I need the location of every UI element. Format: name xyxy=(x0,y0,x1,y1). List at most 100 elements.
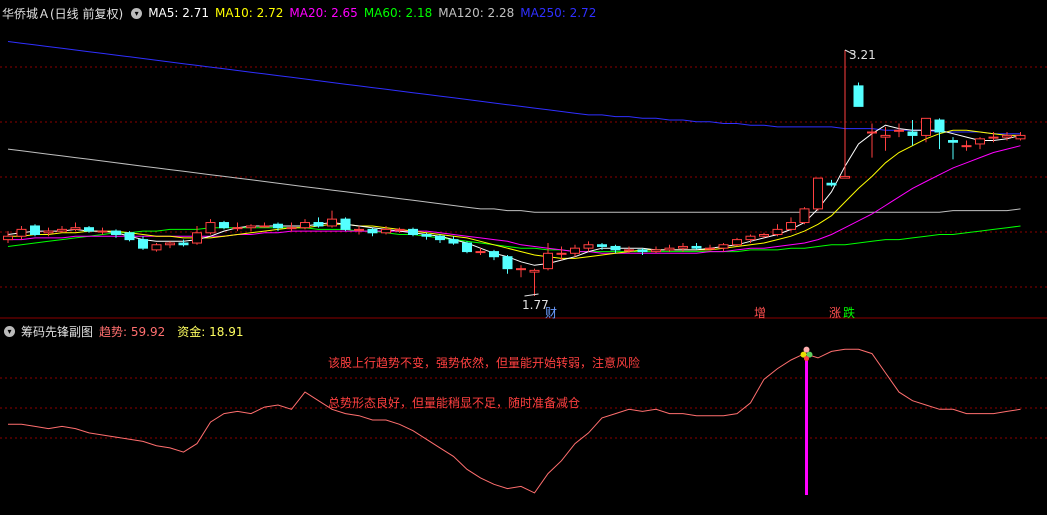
marker-zhang[interactable]: 涨 xyxy=(829,306,841,320)
candle-body xyxy=(313,222,324,227)
candle-body xyxy=(556,252,567,255)
signal-dot xyxy=(804,356,809,362)
candle-body xyxy=(880,134,891,138)
candle-body xyxy=(583,244,594,249)
candle-body xyxy=(259,225,270,228)
candle-body xyxy=(327,218,337,227)
trend-readout: 趋势: 59.92 xyxy=(99,323,171,340)
trend-label: 趋势 xyxy=(99,324,124,339)
candle-body xyxy=(394,228,405,231)
fund-colon: : xyxy=(201,324,206,339)
candle-body xyxy=(435,235,445,241)
candle-body xyxy=(462,242,472,253)
ma-indicator-0: MA5: 2.71 xyxy=(148,6,209,20)
candle-body xyxy=(448,239,459,244)
candle-body xyxy=(988,136,999,139)
fund-value: 18.91 xyxy=(209,324,244,339)
fund-readout: 资金: 18.91 xyxy=(177,323,249,340)
candle-body xyxy=(907,131,918,136)
candle-body xyxy=(651,249,661,253)
trend-line xyxy=(8,348,1021,494)
candle-body xyxy=(381,228,391,234)
high-price-label: 3.21 xyxy=(849,48,876,62)
sub-panel-header: ▾ 筹码先锋副图 趋势: 59.92 资金: 18.91 xyxy=(0,323,256,339)
chart-canvas xyxy=(0,41,1047,495)
candle-body xyxy=(1002,134,1012,138)
candle-body xyxy=(570,247,580,254)
candle-body xyxy=(421,234,432,237)
candle-body xyxy=(610,245,621,251)
candle-body xyxy=(853,85,864,107)
candle-body xyxy=(732,239,742,246)
candle-body xyxy=(300,222,310,229)
candle-body xyxy=(637,249,648,253)
candle-body xyxy=(111,230,121,235)
candle-body xyxy=(597,244,607,247)
candle-body xyxy=(192,232,202,244)
chevron-down-icon[interactable]: ▾ xyxy=(131,7,143,19)
candle-body xyxy=(759,234,769,237)
ma-indicator-4: MA120: 2.28 xyxy=(438,6,515,20)
candle-body xyxy=(975,138,985,145)
candle-body xyxy=(502,256,513,270)
candle-body xyxy=(3,235,13,241)
candle-body xyxy=(70,227,81,230)
candle-body xyxy=(16,228,27,237)
chevron-down-icon[interactable]: ▾ xyxy=(4,325,15,337)
candle-body xyxy=(178,242,189,246)
candle-body xyxy=(840,175,850,179)
trend-value: 59.92 xyxy=(130,324,166,339)
candle-body xyxy=(678,245,688,249)
candle-body xyxy=(124,232,135,241)
candle-body xyxy=(151,244,162,251)
candle-body xyxy=(799,208,810,224)
candle-body xyxy=(84,227,94,232)
candle-body xyxy=(624,249,634,252)
marker-zeng[interactable]: 增 xyxy=(754,306,766,320)
candle-body xyxy=(30,225,40,235)
candle-body xyxy=(664,247,675,251)
candle-body xyxy=(718,244,729,249)
candle-body xyxy=(948,140,958,143)
candle-body xyxy=(529,269,540,273)
sub-panel-title: 筹码先锋副图 xyxy=(21,324,94,339)
candle-body xyxy=(894,129,904,132)
marker-cai[interactable]: 财 xyxy=(545,306,557,320)
signal-dot xyxy=(803,346,810,353)
ma-line-ma120 xyxy=(7,148,1021,213)
ma-line-ma10 xyxy=(8,129,1021,259)
candle-body xyxy=(97,230,108,233)
ma-indicator-2: MA20: 2.65 xyxy=(289,6,358,20)
candle-body xyxy=(921,117,931,136)
main-panel-title: 华侨城Ａ(日线 前复权) xyxy=(2,6,124,21)
candle-body xyxy=(232,227,243,230)
candle-body xyxy=(138,239,148,249)
candle-body xyxy=(745,235,756,241)
message-bottom: 总势形态良好，但量能稍显不足，随时准备减仓 xyxy=(328,396,581,410)
candle-body xyxy=(219,222,229,229)
marker-die[interactable]: 跌 xyxy=(843,306,855,320)
ma-indicator-list: MA5: 2.71 MA10: 2.72 MA20: 2.65 MA60: 2.18 M… xyxy=(148,6,602,20)
candle-body xyxy=(691,245,702,249)
candle-body xyxy=(57,228,67,232)
candle-body xyxy=(705,247,715,250)
candle-body xyxy=(165,242,175,246)
candle-body xyxy=(826,182,837,186)
candle-body xyxy=(934,119,945,133)
candle-body xyxy=(961,145,972,148)
candle-body xyxy=(489,251,499,258)
candle-body xyxy=(367,228,378,234)
trend-colon: : xyxy=(123,324,128,339)
ma-line-ma20 xyxy=(8,145,1021,254)
candle-body xyxy=(205,222,216,234)
ma-indicator-3: MA60: 2.18 xyxy=(363,6,433,20)
candle-body xyxy=(867,131,877,134)
candle-body xyxy=(772,228,783,235)
candle-body xyxy=(286,227,297,230)
candle-body xyxy=(340,218,351,230)
low-pointer xyxy=(524,293,539,297)
ma-indicator-5: MA250: 2.72 xyxy=(520,6,597,20)
message-top: 该股上行趋势不变，强势依然，但量能开始转弱，注意风险 xyxy=(328,356,641,370)
ma-indicator-1: MA10: 2.72 xyxy=(214,6,284,20)
candle-body xyxy=(43,230,54,234)
